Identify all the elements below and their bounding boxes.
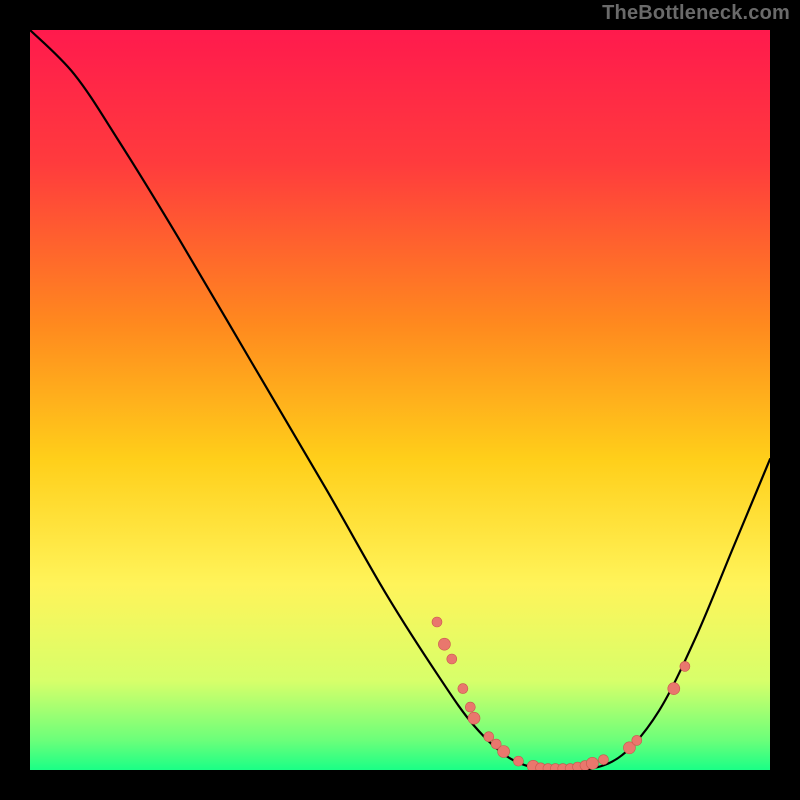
data-point (465, 702, 475, 712)
data-point (586, 757, 598, 769)
bottleneck-curve-chart (30, 30, 770, 770)
data-point (680, 661, 690, 671)
attribution-text: TheBottleneck.com (602, 2, 790, 25)
data-point (632, 735, 642, 745)
heatmap-background (30, 30, 770, 770)
data-point (468, 712, 480, 724)
data-point (599, 755, 609, 765)
chart-container: TheBottleneck.com (0, 0, 800, 800)
data-point (513, 756, 523, 766)
data-point (432, 617, 442, 627)
data-point (458, 684, 468, 694)
plot-area (30, 30, 770, 770)
data-point (484, 732, 494, 742)
data-point (668, 683, 680, 695)
data-point (498, 746, 510, 758)
data-point (438, 638, 450, 650)
data-point (447, 654, 457, 664)
